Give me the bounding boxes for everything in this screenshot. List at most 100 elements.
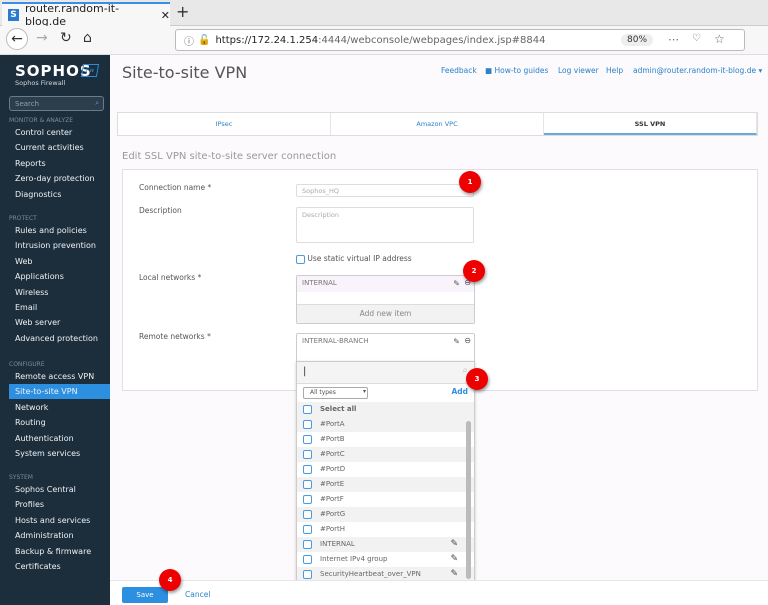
edit-pencil-icon[interactable]: ✎ (450, 552, 458, 567)
option-label: SecurityHeartbeat_over_VPN (320, 570, 421, 578)
browser-tab-bar: S router.random-it-blog.de ✕ + (0, 0, 768, 28)
option-checkbox[interactable] (303, 524, 312, 534)
description-textarea[interactable]: Description (296, 207, 474, 243)
sidebar-item-current-activities[interactable]: Current activities (0, 140, 110, 155)
option-checkbox[interactable] (303, 449, 312, 459)
sidebar-item-network[interactable]: Network (0, 400, 110, 415)
add-new-item-button[interactable]: Add new item (297, 304, 474, 323)
remote-network-name: INTERNAL-BRANCH (302, 337, 369, 345)
save-button[interactable]: Save (122, 587, 168, 603)
help-link[interactable]: Help (606, 66, 623, 75)
caret-down-icon: ▾ (758, 66, 763, 75)
connection-name-input[interactable]: Sophos_HQ (296, 184, 474, 197)
bookmark-star-icon[interactable]: ☆ (714, 32, 725, 46)
network-option[interactable]: #PortE (297, 477, 474, 492)
sidebar-search[interactable]: Search ⌕ (9, 96, 104, 111)
picker-search-input[interactable]: | ⌕ (297, 362, 474, 384)
log-viewer-link[interactable]: Log viewer (558, 66, 599, 75)
sidebar-item-zero-day-protection[interactable]: Zero-day protection (0, 171, 110, 186)
sidebar-item-intrusion-prevention[interactable]: Intrusion prevention (0, 238, 110, 253)
remove-icon[interactable]: ⊖ (464, 336, 471, 345)
option-checkbox[interactable] (303, 539, 312, 549)
sidebar-item-rules-and-policies[interactable]: Rules and policies (0, 223, 110, 238)
new-tab-icon[interactable]: + (176, 2, 189, 21)
select-all-row[interactable]: Select all (297, 402, 474, 417)
option-checkbox[interactable] (303, 464, 312, 474)
sidebar-item-backup-firmware[interactable]: Backup & firmware (0, 544, 110, 559)
sidebar-item-applications[interactable]: Applications (0, 269, 110, 284)
scrollbar[interactable] (466, 421, 471, 579)
option-label: INTERNAL (320, 540, 355, 548)
sidebar-item-hosts-and-services[interactable]: Hosts and services (0, 513, 110, 528)
home-icon[interactable]: ⌂ (83, 30, 92, 46)
pocket-icon[interactable]: ♡ (692, 33, 701, 44)
reload-icon[interactable]: ↻ (60, 30, 72, 46)
url-bar[interactable]: ⓘ 🔓 https://172.24.1.254:4444/webconsole… (175, 29, 745, 51)
network-option[interactable]: Internet IPv4 group ✎ (297, 552, 474, 567)
option-checkbox[interactable] (303, 569, 312, 579)
sidebar-item-diagnostics[interactable]: Diagnostics (0, 187, 110, 202)
option-checkbox[interactable] (303, 419, 312, 429)
edit-pencil-icon[interactable]: ✎ (453, 279, 460, 288)
back-icon[interactable]: ← (6, 28, 28, 50)
sidebar-item-remote-access-vpn[interactable]: Remote access VPN (0, 369, 110, 384)
select-all-checkbox[interactable] (303, 404, 312, 414)
local-networks-box: INTERNAL ✎ ⊖ Add new item (296, 275, 475, 324)
network-option[interactable]: #PortC (297, 447, 474, 462)
sidebar-item-web-server[interactable]: Web server (0, 315, 110, 330)
feedback-link[interactable]: Feedback (441, 66, 477, 75)
connection-name-label: Connection name * (139, 183, 212, 192)
option-checkbox[interactable] (303, 494, 312, 504)
annotation-badge-3: 3 (466, 368, 488, 390)
edit-pencil-icon[interactable]: ✎ (450, 537, 458, 552)
sidebar-item-system-services[interactable]: System services (0, 446, 110, 461)
sidebar-item-advanced-protection[interactable]: Advanced protection (0, 331, 110, 346)
add-network-link[interactable]: Add (451, 387, 468, 396)
option-checkbox[interactable] (303, 509, 312, 519)
option-label: Internet IPv4 group (320, 555, 388, 563)
form-subtitle: Edit SSL VPN site-to-site server connect… (122, 151, 337, 162)
sidebar-item-site-to-site-vpn[interactable]: Site-to-site VPN (9, 384, 110, 400)
forward-icon[interactable]: → (36, 30, 48, 46)
network-option[interactable]: INTERNAL ✎ (297, 537, 474, 552)
network-option[interactable]: #PortF (297, 492, 474, 507)
edit-pencil-icon[interactable]: ✎ (453, 337, 460, 346)
zoom-level[interactable]: 80% (621, 34, 654, 46)
sidebar-item-web[interactable]: Web (0, 254, 110, 269)
sidebar-item-certificates[interactable]: Certificates (0, 559, 110, 574)
sidebar-item-reports[interactable]: Reports (0, 156, 110, 171)
admin-menu[interactable]: admin@router.random-it-blog.de ▾ (633, 66, 762, 75)
more-icon[interactable]: ⋯ (668, 33, 679, 46)
info-icon[interactable]: ⓘ (184, 33, 194, 48)
network-option[interactable]: #PortA (297, 417, 474, 432)
sidebar-item-routing[interactable]: Routing (0, 415, 110, 430)
browser-tab[interactable]: S router.random-it-blog.de ✕ (2, 2, 170, 28)
sidebar-item-email[interactable]: Email (0, 300, 110, 315)
annotation-badge-1: 1 (459, 171, 481, 193)
sidebar-item-authentication[interactable]: Authentication (0, 431, 110, 446)
tab-ssl-vpn[interactable]: SSL VPN (544, 113, 757, 135)
option-checkbox[interactable] (303, 434, 312, 444)
network-option[interactable]: #PortD (297, 462, 474, 477)
sidebar-item-administration[interactable]: Administration (0, 528, 110, 543)
sophos-logo: SOPHOS (15, 62, 92, 80)
network-option[interactable]: #PortB (297, 432, 474, 447)
network-option[interactable]: #PortG (297, 507, 474, 522)
how-to-guides-link[interactable]: ■ How-to guides (485, 66, 548, 75)
checkbox[interactable] (296, 254, 305, 264)
cancel-button[interactable]: Cancel (185, 590, 210, 599)
search-icon[interactable]: ⌕ (95, 99, 99, 108)
tab-ipsec[interactable]: IPsec (118, 113, 331, 135)
static-ip-checkbox[interactable]: Use static virtual IP address (296, 254, 412, 264)
network-option[interactable]: #PortH (297, 522, 474, 537)
sidebar-item-profiles[interactable]: Profiles (0, 497, 110, 512)
sidebar-item-sophos-central[interactable]: Sophos Central (0, 482, 110, 497)
tab-amazon-vpc[interactable]: Amazon VPC (331, 113, 544, 135)
type-filter-select[interactable]: All types ▾ (303, 387, 368, 399)
sidebar-item-control-center[interactable]: Control center (0, 125, 110, 140)
option-checkbox[interactable] (303, 479, 312, 489)
close-tab-icon[interactable]: ✕ (161, 9, 170, 22)
sidebar-item-wireless[interactable]: Wireless (0, 285, 110, 300)
option-checkbox[interactable] (303, 554, 312, 564)
how-to-label: How-to guides (494, 66, 549, 75)
